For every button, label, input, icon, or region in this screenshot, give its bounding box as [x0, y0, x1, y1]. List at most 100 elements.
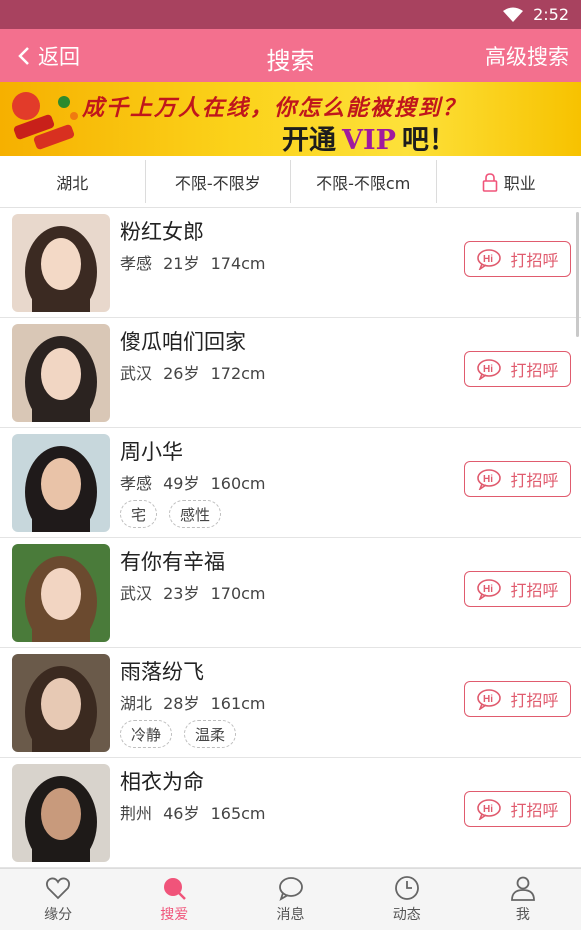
avatar[interactable] [12, 214, 110, 312]
nav-label: 消息 [276, 906, 305, 923]
say-hi-button[interactable]: Hi 打招呼 [464, 571, 571, 607]
tab-clock[interactable]: 动态 [349, 869, 465, 930]
tag: 冷静 [120, 720, 173, 748]
banner-line2: 开通 VIP 吧！ [282, 118, 456, 156]
say-hi-button[interactable]: Hi 打招呼 [464, 461, 571, 497]
banner-suffix: 吧！ [401, 125, 456, 156]
user-city: 孝感 [120, 474, 153, 493]
status-bar: 2:52 [0, 0, 581, 29]
say-hi-label: 打招呼 [510, 361, 559, 380]
tag-list: 冷静 温柔 [120, 720, 248, 748]
svg-text:Hi: Hi [483, 694, 493, 705]
hi-bubble-icon: Hi [477, 799, 502, 820]
list-item[interactable]: 周小华 孝感 49岁 160cm 宅感性 Hi 打招呼 [0, 428, 581, 538]
say-hi-button[interactable]: Hi 打招呼 [464, 241, 571, 277]
user-name: 有你有辛福 [120, 550, 225, 574]
scrollbar[interactable] [576, 212, 579, 337]
app-screen: 2:52 返回 搜索 高级搜索 成千上万人在线，你怎么能被搜到？ 开通 VIP 吧！… [0, 0, 581, 930]
user-age: 26岁 [163, 364, 200, 383]
advanced-search-button[interactable]: 高级搜索 [485, 29, 569, 82]
user-age: 21岁 [163, 254, 200, 273]
bottom-nav: 缘分 搜爱 消息 动态 我 [0, 868, 581, 930]
avatar-photo [12, 324, 110, 422]
tag: 宅 [120, 500, 158, 528]
filter-region[interactable]: 湖北 [0, 160, 146, 203]
svg-text:Hi: Hi [483, 584, 493, 595]
say-hi-label: 打招呼 [510, 801, 559, 820]
list-item[interactable]: 有你有辛福 武汉 23岁 170cm Hi 打招呼 [0, 538, 581, 648]
chat-bubble-icon [278, 876, 303, 901]
tab-heart[interactable]: 缘分 [0, 869, 116, 930]
list-item[interactable]: 傻瓜咱们回家 武汉 26岁 172cm Hi 打招呼 [0, 318, 581, 428]
tag-list: 宅感性 [120, 500, 233, 528]
tab-chat-bubble[interactable]: 消息 [232, 869, 348, 930]
list-item[interactable]: 粉红女郎 孝感 21岁 174cm Hi 打招呼 [0, 208, 581, 318]
filter-job[interactable]: 职业 [437, 160, 581, 203]
user-height: 172cm [210, 364, 266, 383]
hi-bubble-icon: Hi [477, 249, 502, 270]
list-item[interactable]: 相衣为命 荆州 46岁 165cm Hi 打招呼 [0, 758, 581, 868]
nav-label: 动态 [392, 906, 421, 923]
nav-label: 缘分 [44, 906, 73, 923]
say-hi-label: 打招呼 [510, 251, 559, 270]
user-meta: 孝感 49岁 160cm [120, 470, 272, 494]
vip-banner[interactable]: 成千上万人在线，你怎么能被搜到？ 开通 VIP 吧！ [0, 82, 581, 156]
avatar-photo [12, 214, 110, 312]
user-height: 165cm [210, 804, 266, 823]
avatar-photo [12, 654, 110, 752]
filter-height[interactable]: 不限-不限cm [291, 160, 437, 203]
filter-job-label: 职业 [503, 173, 536, 193]
say-hi-button[interactable]: Hi 打招呼 [464, 791, 571, 827]
avatar-photo [12, 764, 110, 862]
say-hi-button[interactable]: Hi 打招呼 [464, 681, 571, 717]
heart-icon [46, 877, 71, 899]
user-height: 161cm [210, 694, 266, 713]
hi-bubble-icon: Hi [477, 689, 502, 710]
say-hi-label: 打招呼 [510, 691, 559, 710]
user-age: 28岁 [163, 694, 200, 713]
user-age: 46岁 [163, 804, 200, 823]
tab-person[interactable]: 我 [465, 869, 581, 930]
user-name: 粉红女郎 [120, 220, 204, 244]
user-age: 23岁 [163, 584, 200, 603]
filter-age[interactable]: 不限-不限岁 [146, 160, 291, 203]
user-list[interactable]: 粉红女郎 孝感 21岁 174cm Hi 打招呼 傻瓜咱们回家 武汉 26岁 1… [0, 208, 581, 868]
user-meta: 孝感 21岁 174cm [120, 250, 272, 274]
svg-text:Hi: Hi [483, 474, 493, 485]
avatar[interactable] [12, 324, 110, 422]
avatar[interactable] [12, 544, 110, 642]
wifi-icon [503, 7, 524, 22]
user-meta: 荆州 46岁 165cm [120, 800, 272, 824]
user-height: 170cm [210, 584, 266, 603]
say-hi-button[interactable]: Hi 打招呼 [464, 351, 571, 387]
tag: 感性 [169, 500, 222, 528]
avatar[interactable] [12, 654, 110, 752]
person-icon [511, 876, 535, 901]
user-name: 相衣为命 [120, 770, 204, 794]
user-meta: 武汉 23岁 170cm [120, 580, 272, 604]
svg-text:Hi: Hi [483, 254, 493, 265]
svg-text:Hi: Hi [483, 804, 493, 815]
firecracker-decoration-icon [12, 92, 78, 150]
user-meta: 湖北 28岁 161cm [120, 690, 272, 714]
hi-bubble-icon: Hi [477, 579, 502, 600]
avatar[interactable] [12, 434, 110, 532]
hi-bubble-icon: Hi [477, 359, 502, 380]
nav-label: 搜爱 [160, 906, 189, 923]
lock-icon [482, 172, 498, 192]
say-hi-label: 打招呼 [510, 581, 559, 600]
user-city: 孝感 [120, 254, 153, 273]
user-city: 荆州 [120, 804, 153, 823]
user-city: 湖北 [120, 694, 153, 713]
tag: 温柔 [184, 720, 237, 748]
user-height: 174cm [210, 254, 266, 273]
avatar[interactable] [12, 764, 110, 862]
tab-search[interactable]: 搜爱 [116, 869, 232, 930]
list-item[interactable]: 雨落纷飞 湖北 28岁 161cm 冷静 温柔 Hi 打招呼 [0, 648, 581, 758]
banner-prefix: 开通 [282, 125, 336, 156]
search-icon [164, 877, 187, 900]
status-time: 2:52 [533, 5, 569, 24]
hi-bubble-icon: Hi [477, 469, 502, 490]
banner-vip: VIP [342, 125, 396, 156]
user-name: 傻瓜咱们回家 [120, 330, 246, 354]
